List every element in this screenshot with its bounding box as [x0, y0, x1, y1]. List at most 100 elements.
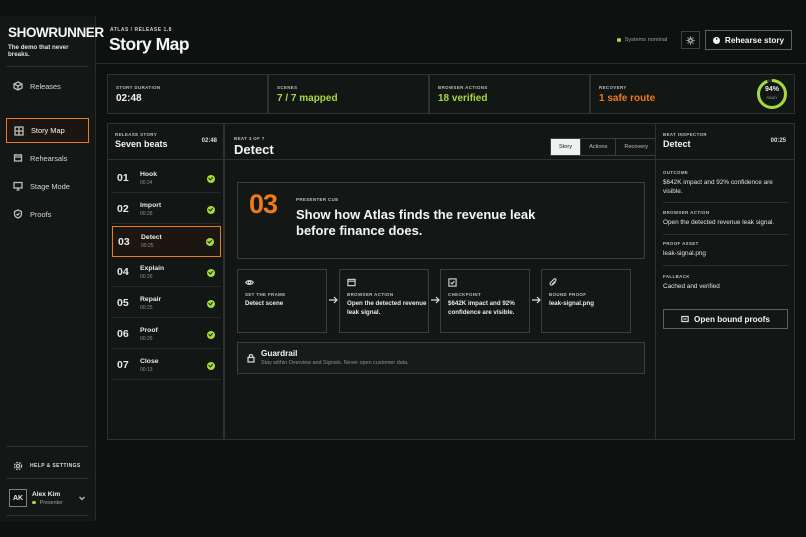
beat-detail-panel: BEAT 3 OF 7 Detect Story Actions Recover…: [224, 123, 658, 440]
nav-item-story-map[interactable]: Story Map: [6, 118, 89, 143]
grid-icon: [14, 125, 24, 136]
divider: [6, 515, 89, 516]
check-icon: [206, 237, 214, 246]
nav-label: Story Map: [31, 126, 65, 135]
eye-icon: [245, 280, 254, 285]
step-card: SET THE FRAME Detect scene: [237, 269, 327, 333]
beat-time: 00:26: [140, 273, 153, 280]
open-bound-proofs-button[interactable]: Open bound proofs: [663, 309, 788, 329]
stat-browser-actions: BROWSER ACTIONS 18 verified: [429, 74, 590, 114]
section-value: Open the detected revenue leak signal.: [663, 219, 775, 226]
brand-tagline: The demo that never breaks.: [8, 44, 69, 59]
chevron-down-icon: [79, 496, 85, 501]
beat-panel-header: BEAT 3 OF 7 Detect Story Actions Recover…: [225, 124, 658, 160]
guardrail-text: Stay within Overview and Signals. Never …: [261, 360, 409, 366]
user-menu[interactable]: AK Alex Kim Presenter: [6, 484, 89, 512]
step-card: CHECKPOINT $642K impact and 92% confiden…: [440, 269, 530, 333]
beat-number: 03: [118, 235, 130, 248]
step-label: SET THE FRAME: [245, 292, 286, 297]
check-icon: [207, 299, 215, 308]
theme-toggle-button[interactable]: [681, 31, 700, 49]
readiness-sub: READY: [766, 96, 778, 100]
check-icon: [207, 205, 215, 214]
gear-icon: [13, 461, 23, 471]
beat-item[interactable]: 06 Proof 00:26: [112, 320, 221, 349]
step-text: Open the detected revenue leak signal.: [347, 300, 427, 316]
check-icon: [207, 174, 215, 183]
online-dot: [32, 500, 36, 505]
play-icon: [712, 36, 720, 44]
tab-recovery[interactable]: Recovery: [615, 139, 656, 155]
lock-icon: [247, 354, 255, 363]
beat-time: 00:24: [140, 179, 153, 186]
folder-icon: [681, 315, 689, 323]
readiness-ring-graphic: [757, 79, 787, 109]
beat-item[interactable]: 04 Explain 00:26: [112, 258, 221, 287]
nav-item-releases[interactable]: Releases: [6, 74, 89, 98]
guardrail-title: Guardrail: [261, 349, 298, 358]
stat-label: BROWSER ACTIONS: [438, 85, 488, 90]
stat-value: 18 verified: [438, 93, 488, 104]
stat-value: 02:48: [116, 93, 142, 104]
stat-story-duration: STORY DURATION 02:48: [107, 74, 268, 114]
inspector-outcome: OUTCOME $642K impact and 92% confidence …: [663, 170, 788, 204]
beat-time: 00:25: [141, 243, 154, 249]
status-dot: [617, 38, 621, 42]
beat-title: Detect: [234, 142, 274, 157]
beat-time: 00:28: [140, 210, 153, 217]
beat-item[interactable]: 01 Hook 00:24: [112, 164, 221, 193]
section-label: OUTCOME: [663, 170, 689, 175]
nav-item-stage-mode[interactable]: Stage Mode: [6, 174, 89, 198]
nav-item-proofs[interactable]: Proofs: [6, 202, 89, 226]
beat-item[interactable]: 07 Close 00:13: [112, 351, 221, 380]
layers-icon: [13, 154, 23, 162]
inspector-proof-asset: PROOF ASSET leak-signal.png: [663, 241, 788, 266]
arrow-right-icon: [329, 296, 338, 304]
story-title: Seven beats: [115, 139, 168, 149]
divider: [6, 478, 89, 479]
sun-icon: [686, 35, 695, 45]
monitor-icon: [13, 181, 23, 191]
paperclip-icon: [549, 278, 557, 286]
section-label: BROWSER ACTION: [663, 210, 710, 215]
beat-item[interactable]: 02 Import 00:28: [112, 195, 221, 224]
cue-label: PRESENTER CUE: [296, 197, 339, 202]
stat-scenes: SCENES 7 / 7 mapped: [268, 74, 429, 114]
step-text: $642K impact and 92% confidence are visi…: [448, 300, 515, 316]
check-icon: [207, 268, 215, 277]
beat-counter: BEAT 3 OF 7: [234, 136, 265, 141]
help-settings-link[interactable]: HELP & SETTINGS: [6, 458, 89, 474]
beat-time: 00:26: [140, 335, 153, 342]
inspector-label: BEAT INSPECTOR: [663, 132, 707, 137]
header-divider: [96, 63, 806, 64]
cube-icon: [13, 81, 23, 91]
beat-number: 05: [117, 297, 129, 309]
section-value: $642K impact and 92% confidence are visi…: [663, 179, 773, 195]
beat-item-active[interactable]: 03 Detect 00:25: [112, 226, 221, 257]
beat-item[interactable]: 05 Repair 00:25: [112, 289, 221, 318]
beat-title: Explain: [140, 264, 165, 272]
tab-actions[interactable]: Actions: [580, 139, 615, 155]
step-text: Detect scene: [245, 300, 284, 307]
story-duration: 02:48: [201, 138, 217, 144]
rehearse-story-button[interactable]: Rehearse story: [705, 30, 792, 50]
beat-title: Close: [140, 357, 159, 365]
beat-number: 02: [117, 203, 129, 215]
beat-title: Repair: [140, 295, 162, 303]
beat-inspector-panel: BEAT INSPECTOR Detect 00:25 OUTCOME $642…: [655, 123, 795, 440]
step-card: BROWSER ACTION Open the detected revenue…: [339, 269, 429, 333]
inspector-title: Detect: [663, 139, 691, 149]
nav-item-rehearsals[interactable]: Rehearsals: [6, 146, 89, 170]
page-title: Story Map: [109, 34, 190, 54]
inspector-header: BEAT INSPECTOR Detect 00:25: [656, 124, 794, 160]
status-text: Systems nominal: [624, 37, 668, 43]
nav-label: Proofs: [30, 209, 52, 219]
system-status: Systems nominal: [617, 37, 667, 43]
tab-story[interactable]: Story: [551, 139, 581, 155]
story-label: RELEASE STORY: [115, 132, 158, 137]
stat-label: SCENES: [277, 85, 298, 90]
cue-text: Show how Atlas finds the revenue leak be…: [296, 207, 536, 238]
check-icon: [207, 330, 215, 339]
inspector-time: 00:25: [770, 138, 786, 144]
beat-title: Hook: [140, 170, 157, 178]
